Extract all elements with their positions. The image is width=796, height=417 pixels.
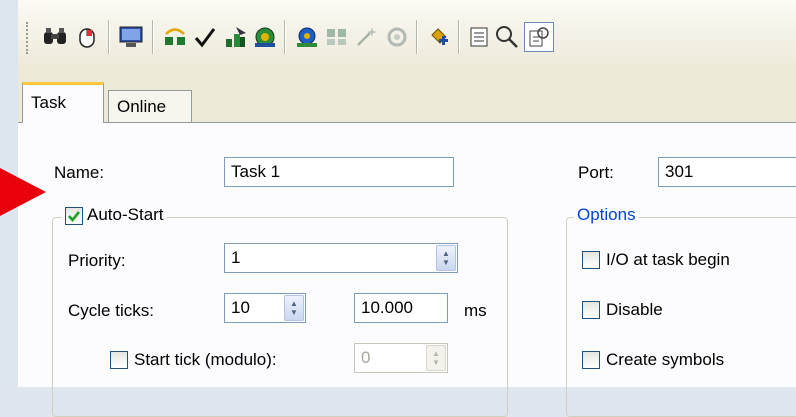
auto-start-label: Auto-Start [87, 205, 164, 224]
task-properties-window: Task Online Name: Port: Auto-Start Prior… [18, 0, 796, 417]
run-mode-icon[interactable] [292, 22, 322, 52]
auto-start-group-title: Auto-Start [62, 205, 167, 225]
cycle-time-unit: ms [464, 301, 487, 320]
monitor-icon[interactable] [116, 22, 146, 52]
priority-label: Priority: [68, 251, 126, 270]
toolbar [18, 0, 796, 73]
auto-start-checkbox[interactable] [65, 207, 83, 225]
cycle-ticks-label: Cycle ticks: [68, 301, 154, 320]
priority-input[interactable] [224, 243, 458, 273]
toolbar-separator [416, 20, 417, 54]
spinner-down-icon: ▼ [432, 358, 440, 367]
create-symbols-label: Create symbols [606, 350, 725, 369]
name-label: Name: [54, 163, 105, 182]
binoculars-icon[interactable] [40, 22, 70, 52]
add-icon[interactable] [424, 22, 454, 52]
toolbar-grip[interactable] [26, 22, 32, 54]
spinner-down-icon: ▼ [290, 308, 298, 317]
search-icon[interactable] [492, 22, 522, 52]
spinner-down-icon: ▼ [442, 258, 450, 267]
activate-icon[interactable] [250, 22, 280, 52]
tab-strip: Task Online [18, 72, 796, 123]
check-icon[interactable] [190, 22, 220, 52]
create-symbols-checkbox[interactable] [582, 351, 600, 369]
port-label: Port: [578, 163, 614, 182]
build-icon[interactable] [220, 22, 250, 52]
priority-spinner[interactable]: ▲ ▼ [436, 245, 456, 271]
options-group-title: Options [574, 205, 639, 225]
tab-task-label: Task [31, 93, 66, 112]
tab-online-label: Online [117, 97, 167, 116]
spinner-up-icon: ▲ [432, 349, 440, 358]
spinner-up-icon: ▲ [290, 299, 298, 308]
toolbar-separator [152, 20, 153, 54]
red-pointer-arrow-icon [0, 168, 46, 216]
properties-icon[interactable] [524, 22, 554, 52]
start-tick-checkbox[interactable] [110, 351, 128, 369]
toolbar-separator [284, 20, 285, 54]
cycle-time-input[interactable] [354, 293, 448, 323]
cycle-ticks-spinner[interactable]: ▲ ▼ [284, 295, 304, 321]
task-tab-panel: Name: Port: Auto-Start Priority: ▲▼ Cycl… [18, 122, 796, 417]
start-tick-spinner: ▲ ▼ [426, 345, 446, 371]
start-tick-label: Start tick (modulo): [134, 350, 277, 369]
disable-label: Disable [606, 300, 663, 319]
name-input[interactable] [224, 157, 454, 187]
io-at-task-begin-checkbox[interactable] [582, 251, 600, 269]
scan-icon[interactable] [322, 22, 352, 52]
wand-icon[interactable] [352, 22, 382, 52]
options-group [566, 217, 796, 417]
list-icon[interactable] [464, 22, 494, 52]
tab-task[interactable]: Task [22, 82, 104, 123]
mouse-icon[interactable] [72, 22, 102, 52]
toolbar-separator [108, 20, 109, 54]
port-input[interactable] [658, 157, 796, 187]
spinner-up-icon: ▲ [442, 249, 450, 258]
network-icon[interactable] [160, 22, 190, 52]
tab-online[interactable]: Online [108, 90, 192, 122]
io-at-task-begin-label: I/O at task begin [606, 250, 730, 269]
restart-icon[interactable] [382, 22, 412, 52]
disable-checkbox[interactable] [582, 301, 600, 319]
toolbar-separator [458, 20, 459, 54]
